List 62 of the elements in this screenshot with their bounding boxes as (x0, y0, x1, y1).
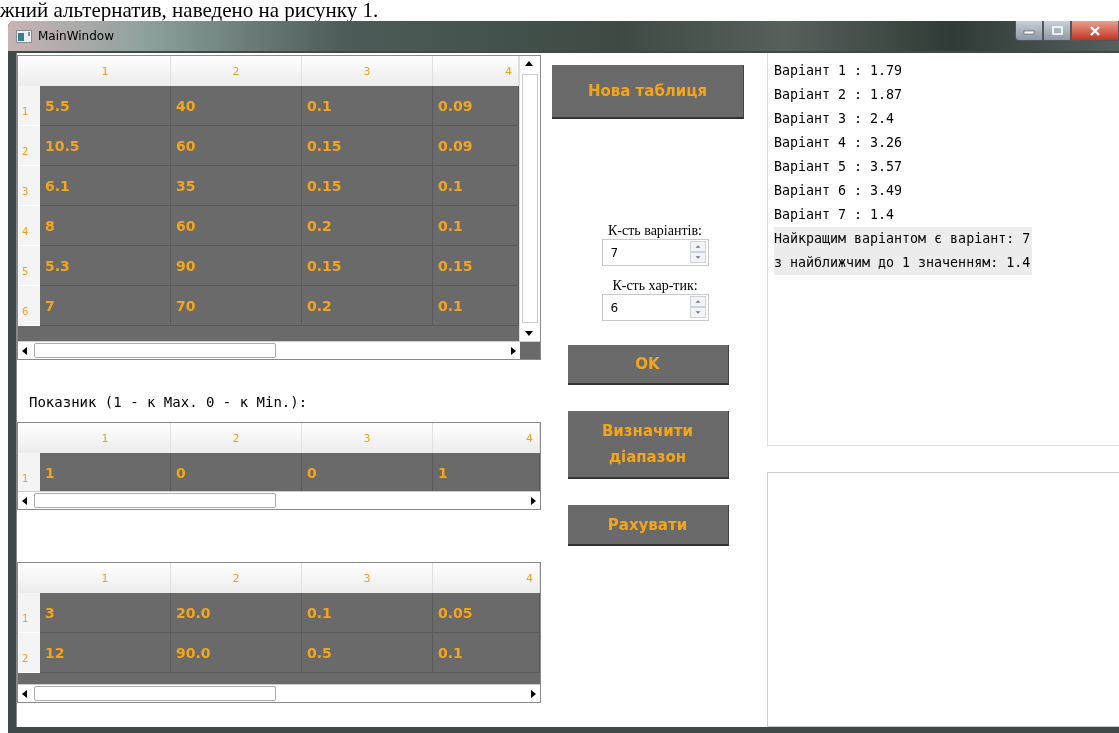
row-header[interactable]: 1 (18, 453, 40, 491)
table-cell[interactable]: 20.0 (171, 593, 302, 633)
table-cell[interactable]: 0.15 (302, 246, 433, 286)
table-cell[interactable]: 7 (40, 286, 171, 326)
result-line: Варіант 5 : 3.57 (774, 158, 904, 176)
document-text: жний альтернатив, наведено на рисунку 1. (0, 0, 380, 21)
horizontal-scrollbar[interactable] (18, 341, 540, 359)
table-cell[interactable]: 0.15 (302, 166, 433, 206)
calculate-button[interactable]: Рахувати (567, 505, 729, 546)
table-cell[interactable]: 90.0 (171, 633, 302, 673)
row-header[interactable]: 6 (18, 286, 40, 326)
table-cell[interactable]: 0.5 (302, 633, 433, 673)
close-button[interactable] (1071, 21, 1119, 41)
table-cell[interactable]: 0.1 (433, 633, 540, 673)
table-cell[interactable]: 60 (171, 126, 302, 166)
table-cell[interactable]: 40 (171, 86, 302, 126)
maximize-icon (1051, 26, 1063, 35)
table-cell[interactable]: 35 (171, 166, 302, 206)
row-header[interactable]: 1 (18, 86, 40, 126)
app-window-icon (16, 29, 32, 43)
table-cell[interactable]: 0.05 (433, 593, 540, 633)
vertical-scrollbar[interactable] (519, 56, 540, 341)
row-header[interactable]: 5 (18, 246, 40, 286)
result-line: Варіант 1 : 1.79 (774, 62, 904, 80)
result-line: Варіант 7 : 1.4 (774, 206, 896, 224)
table-cell[interactable]: 0.2 (302, 206, 433, 246)
table-cell[interactable]: 0.2 (302, 286, 433, 326)
table-cell[interactable]: 3 (40, 593, 171, 633)
row-header[interactable]: 2 (18, 633, 40, 673)
maximize-button[interactable] (1043, 21, 1071, 41)
results-textbox[interactable]: Варіант 1 : 1.79 Варіант 2 : 1.87 Варіант 3 : 2.4 Варіант 4 : 3.26 Варіант 5 : 3.57 Варіант 6 : 3.49 Варіант 7 : 1.4 Найкращим варіантом є варіант: 7 з найближчим до 1 значенням: 1.4 (767, 53, 1119, 446)
range-button[interactable]: Визначити діапазон (567, 411, 729, 479)
variants-label: К-сть варіантів: (608, 223, 702, 239)
row-header[interactable]: 2 (18, 126, 40, 166)
characteristics-label: К-сть хар-тик: (612, 278, 698, 294)
table-cell[interactable]: 6.1 (40, 166, 171, 206)
result-line: Варіант 4 : 3.26 (774, 134, 904, 152)
criteria-direction-label: Показник (1 - к Max. 0 - к Min.): (28, 393, 309, 412)
row-header[interactable]: 3 (18, 166, 40, 206)
result-line: Варіант 2 : 1.87 (774, 86, 904, 104)
table-cell[interactable]: 5.3 (40, 246, 171, 286)
horizontal-scrollbar[interactable] (18, 684, 540, 702)
result-line: Варіант 3 : 2.4 (774, 110, 896, 128)
table-cell[interactable]: 0.1 (302, 86, 433, 126)
table-cell[interactable]: 10.5 (40, 126, 171, 166)
minimize-button[interactable] (1015, 21, 1043, 41)
table-cell[interactable]: 0.15 (302, 126, 433, 166)
close-icon (1089, 25, 1101, 36)
table-cell[interactable]: 8 (40, 206, 171, 246)
result-line: Варіант 6 : 3.49 (774, 182, 904, 200)
table-cell[interactable]: 12 (40, 633, 171, 673)
ok-button[interactable]: OK (567, 345, 729, 385)
row-header[interactable]: 1 (18, 593, 40, 633)
new-table-button[interactable]: Нова таблиця (552, 65, 744, 119)
table-cell[interactable]: 70 (171, 286, 302, 326)
window-title: MainWindow (38, 29, 114, 43)
table-cell[interactable]: 0.1 (302, 593, 433, 633)
table-cell[interactable]: 60 (171, 206, 302, 246)
horizontal-scrollbar[interactable] (18, 491, 540, 509)
row-header[interactable]: 4 (18, 206, 40, 246)
table-cell[interactable]: 5.5 (40, 86, 171, 126)
table-cell[interactable]: 90 (171, 246, 302, 286)
